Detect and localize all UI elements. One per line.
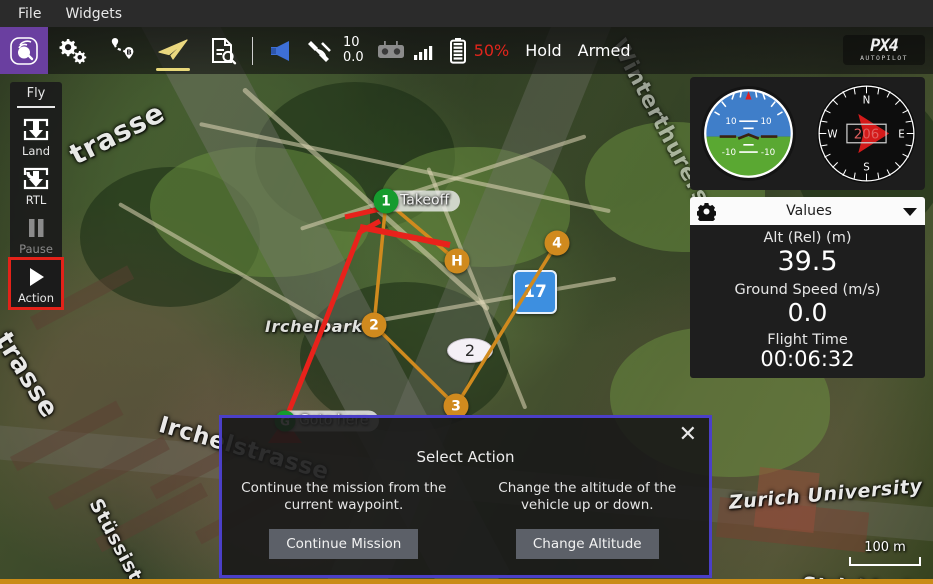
qgroundcontrol-window: trasse Winterthurerstrasse Irchelpark tr… xyxy=(0,0,933,584)
app-toolbar: B 10 0.0 50% Hold Armed PX4 AUTOPILOT xyxy=(0,27,933,74)
chevron-down-icon[interactable] xyxy=(902,205,918,217)
instrument-panel: 10 10 -10 -10 206 N S E W xyxy=(690,77,925,190)
attitude-indicator[interactable]: 10 10 -10 -10 xyxy=(697,82,800,185)
map-scale-label: 100 m xyxy=(864,540,906,555)
pause-button-label: Pause xyxy=(19,242,53,256)
action-button[interactable]: Action xyxy=(8,257,64,310)
return-to-launch-icon xyxy=(23,167,49,190)
megaphone-icon xyxy=(271,40,289,61)
rtl-button[interactable]: RTL xyxy=(10,161,62,210)
compass-indicator[interactable]: 206 N S E W xyxy=(815,82,918,185)
qgroundcontrol-logo-button[interactable] xyxy=(0,27,48,74)
gps-readout: 10 0.0 xyxy=(343,36,364,64)
value-row-ground-speed: Ground Speed (m/s) 0.0 xyxy=(690,277,925,327)
adi-pitch-up-left: 10 xyxy=(726,117,737,127)
values-panel-header: Values xyxy=(690,197,925,225)
pause-button[interactable]: Pause xyxy=(10,210,62,259)
gps-satellite-count: 10 xyxy=(343,35,360,51)
change-altitude-button[interactable]: Change Altitude xyxy=(515,528,659,559)
continue-mission-button[interactable]: Continue Mission xyxy=(269,528,419,559)
rtl-button-label: RTL xyxy=(25,193,47,207)
toolbar-divider xyxy=(252,36,253,65)
battery-icon xyxy=(449,37,466,64)
toolbar-status-group: 10 0.0 50% Hold Armed xyxy=(264,27,631,74)
ground-speed-label: Ground Speed (m/s) xyxy=(734,281,881,298)
battery-percent: 50% xyxy=(473,41,510,60)
values-panel-title: Values xyxy=(786,203,832,219)
fly-action-toolbar: Fly Land RTL Pause Action xyxy=(8,82,64,310)
pause-icon xyxy=(29,219,44,237)
gps-hdop: 0.0 xyxy=(343,49,364,65)
adi-pitch-down-left: -10 xyxy=(722,148,736,158)
land-button-label: Land xyxy=(21,144,51,158)
qgc-logo-icon xyxy=(10,36,38,65)
toolbar-fly-button[interactable] xyxy=(148,27,198,74)
dialog-title: Select Action xyxy=(416,448,515,466)
px4-autopilot-logo: PX4 AUTOPILOT xyxy=(843,35,925,65)
compass-north-label: N xyxy=(862,95,870,107)
flight-time-label: Flight Time xyxy=(767,331,848,348)
compass-east-label: E xyxy=(898,129,905,141)
plan-waypoints-icon: B xyxy=(111,37,134,59)
fly-toolbar-title: Fly xyxy=(17,82,55,108)
settings-gears-icon xyxy=(59,38,87,64)
toolbar-messages-button[interactable] xyxy=(264,27,300,74)
land-arrow-icon xyxy=(23,118,49,141)
flight-time-value: 00:06:32 xyxy=(760,347,855,372)
action-button-label: Action xyxy=(17,291,55,305)
gear-icon[interactable] xyxy=(697,202,716,221)
fly-paper-plane-icon xyxy=(158,38,188,60)
values-panel: Values Alt (Rel) (m) 39.5 Ground Speed (… xyxy=(690,197,925,378)
waypoint-marker-home[interactable]: H xyxy=(444,248,470,274)
ground-speed-value: 0.0 xyxy=(787,297,828,327)
value-row-altitude: Alt (Rel) (m) 39.5 xyxy=(690,225,925,277)
compass-south-label: S xyxy=(863,162,870,174)
rc-transmitter-icon xyxy=(377,40,404,58)
change-altitude-description: Change the altitude of the vehicle up or… xyxy=(498,480,677,513)
bottom-strip xyxy=(0,579,933,584)
toolbar-settings-button[interactable] xyxy=(48,27,98,74)
compass-west-label: W xyxy=(827,129,837,141)
altitude-label: Alt (Rel) (m) xyxy=(763,230,852,246)
toolbar-plan-button[interactable]: B xyxy=(98,27,148,74)
play-triangle-icon xyxy=(30,268,44,286)
mission-route-lines xyxy=(372,199,559,408)
land-button[interactable]: Land xyxy=(10,112,62,161)
waypoint-marker-4[interactable]: 4 xyxy=(544,230,570,256)
px4-logo-text: PX4 xyxy=(870,36,899,57)
close-icon[interactable]: ✕ xyxy=(679,424,697,446)
dialog-option-change-altitude: Change the altitude of the vehicle up or… xyxy=(466,480,710,559)
signal-bars-icon xyxy=(413,45,432,60)
continue-mission-description: Continue the mission from the current wa… xyxy=(241,480,447,513)
map-scale-bar: 100 m xyxy=(849,540,921,566)
menu-file[interactable]: File xyxy=(8,4,51,24)
select-action-dialog: ✕ Select Action Continue the mission fro… xyxy=(219,415,712,578)
toolbar-analyze-button[interactable] xyxy=(198,27,248,74)
svg-text:B: B xyxy=(126,48,131,56)
altitude-value: 39.5 xyxy=(777,245,838,277)
flight-mode-indicator[interactable]: Hold xyxy=(525,41,561,60)
map-scale-ruler xyxy=(849,557,921,566)
waypoint-marker-1[interactable]: 1 xyxy=(373,188,399,214)
px4-logo-subtext: AUTOPILOT xyxy=(860,54,908,63)
armed-state-indicator[interactable]: Armed xyxy=(578,41,631,60)
waypoint-marker-2[interactable]: 2 xyxy=(361,312,387,338)
analyze-document-icon xyxy=(212,37,237,64)
compass-heading-value: 206 xyxy=(853,128,879,143)
menu-widgets[interactable]: Widgets xyxy=(55,4,132,24)
value-row-flight-time: Flight Time 00:06:32 xyxy=(690,327,925,372)
satellite-icon xyxy=(308,40,331,62)
dialog-option-continue-mission: Continue the mission from the current wa… xyxy=(222,480,466,559)
menu-bar: File Widgets xyxy=(0,0,933,27)
adi-pitch-down-right: -10 xyxy=(761,148,775,158)
adi-pitch-up-right: 10 xyxy=(761,117,772,127)
